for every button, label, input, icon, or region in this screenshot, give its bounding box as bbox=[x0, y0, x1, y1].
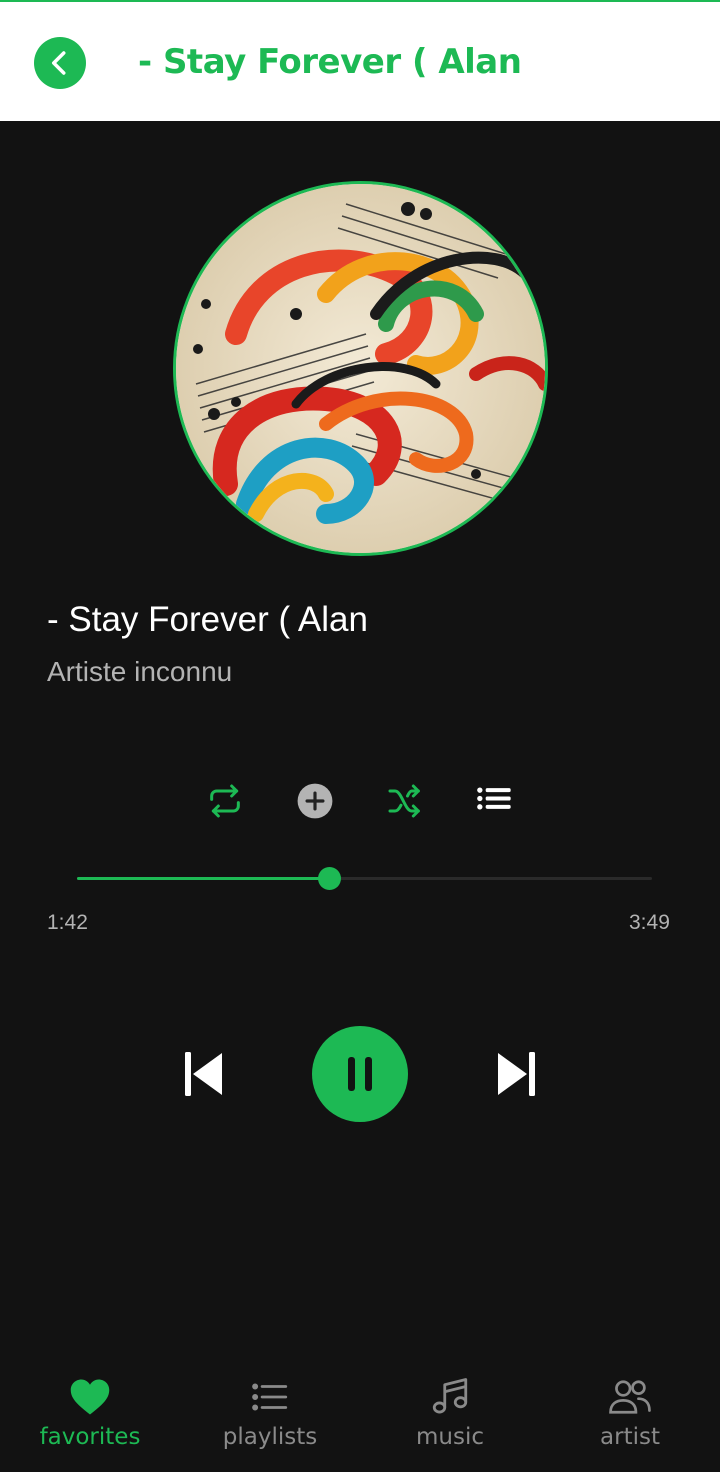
nav-item-playlists[interactable]: playlists bbox=[180, 1360, 360, 1472]
album-artwork bbox=[173, 181, 548, 556]
pause-icon bbox=[348, 1057, 372, 1091]
previous-button[interactable] bbox=[184, 1050, 224, 1098]
back-button[interactable] bbox=[34, 37, 86, 89]
repeat-button[interactable] bbox=[205, 781, 245, 821]
music-note-icon bbox=[432, 1378, 468, 1414]
bottom-navigation: favorites playlists music artist bbox=[0, 1360, 720, 1472]
people-icon bbox=[609, 1380, 651, 1414]
skip-next-icon bbox=[498, 1052, 535, 1096]
nav-label-favorites: favorites bbox=[39, 1424, 141, 1450]
chevron-left-icon bbox=[52, 51, 66, 75]
skip-previous-icon bbox=[185, 1052, 222, 1096]
nav-label-artist: artist bbox=[600, 1424, 660, 1450]
app-header: - Stay Forever ( Alan bbox=[0, 0, 720, 121]
shuffle-icon bbox=[388, 784, 420, 818]
nav-item-artist[interactable]: artist bbox=[540, 1360, 720, 1472]
artist-name: Artiste inconnu bbox=[47, 656, 233, 687]
total-duration: 3:49 bbox=[629, 911, 670, 934]
page-title: - Stay Forever ( Alan bbox=[138, 42, 522, 82]
heart-icon bbox=[70, 1379, 110, 1415]
queue-button[interactable] bbox=[474, 781, 514, 821]
shuffle-button[interactable] bbox=[385, 781, 425, 821]
nav-item-favorites[interactable]: favorites bbox=[0, 1360, 180, 1472]
list-icon bbox=[252, 1383, 288, 1411]
nav-label-playlists: playlists bbox=[222, 1424, 318, 1450]
nav-item-music[interactable]: music bbox=[360, 1360, 540, 1472]
add-icon bbox=[297, 783, 333, 819]
progress-thumb[interactable] bbox=[317, 867, 341, 890]
repeat-icon bbox=[210, 784, 240, 818]
add-to-playlist-button[interactable] bbox=[295, 781, 335, 821]
pause-button[interactable] bbox=[312, 1026, 408, 1122]
song-title: - Stay Forever ( Alan bbox=[47, 600, 368, 639]
progress-bar[interactable] bbox=[77, 867, 652, 890]
nav-label-music: music bbox=[415, 1424, 484, 1450]
elapsed-time: 1:42 bbox=[47, 911, 88, 934]
progress-fill bbox=[77, 877, 329, 880]
next-button[interactable] bbox=[496, 1050, 536, 1098]
queue-list-icon bbox=[477, 787, 511, 810]
